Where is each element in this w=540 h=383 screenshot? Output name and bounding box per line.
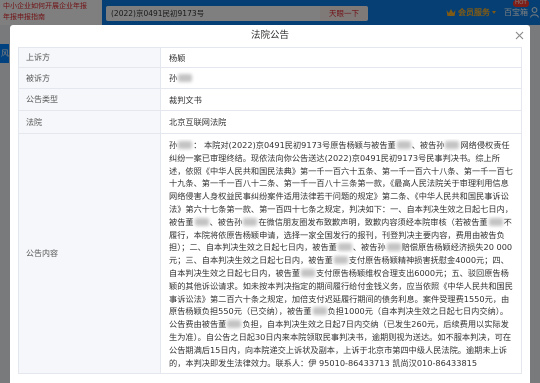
court-announcement-dialog: 法院公告 上诉方 杨颖 被诉方 孙 公告类型 裁判文书 法院 北京互联网法院 公… xyxy=(10,25,530,383)
announcement-detail-table: 上诉方 杨颖 被诉方 孙 公告类型 裁判文书 法院 北京互联网法院 公告内容 孙… xyxy=(18,47,522,374)
dialog-title: 法院公告 xyxy=(250,30,289,41)
table-row: 公告内容 孙： 本院对(2022)京0491民初9173号原告杨颖与被告董 、被告… xyxy=(19,134,522,374)
text-segment: 裁判文书 xyxy=(169,94,202,105)
redacted-name-mask xyxy=(386,243,401,252)
redacted-name-mask xyxy=(488,217,503,226)
text-segment: 、被告孙 xyxy=(352,242,386,253)
field-value-appellant: 杨颖 xyxy=(161,48,522,67)
close-icon[interactable] xyxy=(515,31,524,40)
field-label-content: 公告内容 xyxy=(19,134,161,373)
redacted-name-mask xyxy=(337,243,352,252)
text-segment: 杨颖 xyxy=(169,52,186,63)
table-row: 法院 北京互联网法院 xyxy=(19,111,522,134)
table-row: 公告类型 裁判文书 xyxy=(19,89,522,111)
text-segment: 孙 xyxy=(169,73,178,83)
field-label-court: 法院 xyxy=(19,111,161,133)
field-value-respondent: 孙 xyxy=(161,68,522,88)
redacted-name-mask xyxy=(312,307,327,316)
redacted-name-mask xyxy=(227,320,242,329)
text-segment: 、被告孙 xyxy=(209,216,243,227)
redacted-name-mask xyxy=(333,256,348,265)
redacted-name-mask xyxy=(243,217,258,226)
text-segment: 北京互联网法院 xyxy=(169,117,227,127)
announcement-content-text: 孙： 本院对(2022)京0491民初9173号原告杨颖与被告董 、被告孙 网络侵权… xyxy=(169,139,513,369)
redacted-name-mask xyxy=(301,268,316,277)
text-segment: 、被告孙 xyxy=(411,140,445,150)
redacted-name-mask xyxy=(178,74,193,82)
field-label-respondent: 被诉方 xyxy=(19,68,161,88)
redacted-name-mask xyxy=(194,217,209,226)
field-value-court: 北京互联网法院 xyxy=(161,111,522,133)
text-segment: 在微信朋友圈发布致歉声明，致歉内容须经本院审核（若被告董 xyxy=(258,216,488,227)
redacted-name-mask xyxy=(396,141,411,149)
field-value-content-cell: 孙： 本院对(2022)京0491民初9173号原告杨颖与被告董 、被告孙 网络侵权… xyxy=(161,134,522,373)
field-label-appellant: 上诉方 xyxy=(19,48,161,67)
text-segment: 网络侵权责任纠纷一案已审理终结。现依法向你公告送达(2022)京0491民初91… xyxy=(169,140,513,227)
text-segment: 孙 xyxy=(169,140,178,150)
redacted-name-mask xyxy=(445,141,460,149)
table-row: 上诉方 杨颖 xyxy=(19,48,522,68)
field-label-announcement-type: 公告类型 xyxy=(19,89,161,110)
redacted-name-mask xyxy=(178,141,193,149)
field-value-announcement-type: 裁判文书 xyxy=(161,89,522,110)
table-row: 被诉方 孙 xyxy=(19,68,522,89)
text-segment: ： 本院对(2022)京0491民初9173号原告杨颖与被告董 xyxy=(193,140,396,150)
